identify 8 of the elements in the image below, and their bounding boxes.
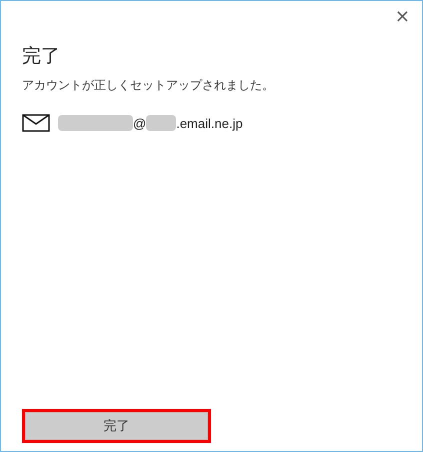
redaction-bar (146, 115, 176, 131)
dialog-title: 完了 (22, 44, 61, 69)
done-button[interactable]: 完了 (25, 412, 208, 440)
mail-icon (22, 114, 50, 132)
email-text: .email.ne.jp (176, 116, 243, 130)
email-text: @ (133, 116, 146, 130)
close-button[interactable]: × (390, 5, 414, 29)
status-message: アカウントが正しくセットアップされました。 (22, 77, 275, 94)
